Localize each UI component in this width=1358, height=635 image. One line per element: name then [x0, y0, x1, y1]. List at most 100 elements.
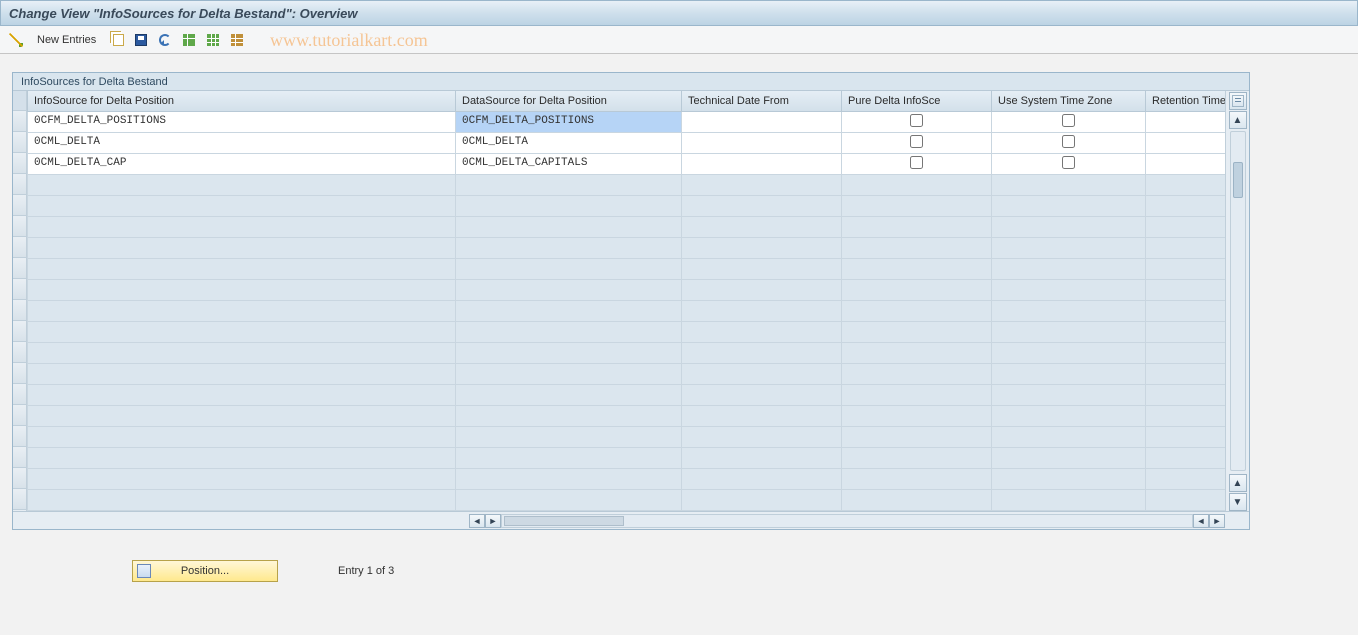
empty-cell[interactable]	[842, 279, 992, 300]
empty-cell[interactable]	[682, 342, 842, 363]
empty-cell[interactable]	[1146, 321, 1226, 342]
cell[interactable]	[992, 111, 1146, 132]
empty-cell[interactable]	[992, 363, 1146, 384]
cell[interactable]	[992, 132, 1146, 153]
row-selector[interactable]	[13, 153, 26, 174]
row-selector[interactable]	[13, 258, 26, 279]
row-selector[interactable]	[13, 405, 26, 426]
row-selector[interactable]	[13, 363, 26, 384]
empty-cell[interactable]	[682, 216, 842, 237]
empty-cell[interactable]	[682, 426, 842, 447]
empty-cell[interactable]	[1146, 237, 1226, 258]
empty-cell[interactable]	[28, 195, 456, 216]
empty-cell[interactable]	[682, 384, 842, 405]
empty-cell[interactable]	[842, 300, 992, 321]
row-selector[interactable]	[13, 321, 26, 342]
cell[interactable]: 0CML_DELTA_CAPITALS	[456, 153, 682, 174]
empty-cell[interactable]	[28, 384, 456, 405]
row-selector[interactable]	[13, 447, 26, 468]
scroll-top-button[interactable]: ▲	[1229, 111, 1247, 129]
empty-cell[interactable]	[842, 468, 992, 489]
empty-cell[interactable]	[456, 405, 682, 426]
row-selector[interactable]	[13, 195, 26, 216]
empty-cell[interactable]	[1146, 363, 1226, 384]
toggle-change-button[interactable]	[6, 30, 26, 50]
empty-cell[interactable]	[1146, 195, 1226, 216]
col-header-retention[interactable]: Retention Time	[1146, 91, 1226, 111]
cell[interactable]	[842, 153, 992, 174]
empty-cell[interactable]	[842, 342, 992, 363]
empty-cell[interactable]	[1146, 426, 1226, 447]
col-header-techdate[interactable]: Technical Date From	[682, 91, 842, 111]
row-selector[interactable]	[13, 426, 26, 447]
row-selector[interactable]	[13, 111, 26, 132]
vertical-scrollbar[interactable]	[1230, 131, 1246, 471]
vertical-scroll-thumb[interactable]	[1233, 162, 1243, 198]
row-selector[interactable]	[13, 132, 26, 153]
empty-cell[interactable]	[682, 468, 842, 489]
cell[interactable]	[842, 111, 992, 132]
empty-cell[interactable]	[842, 447, 992, 468]
scroll-down-button[interactable]: ▼	[1229, 493, 1247, 511]
empty-cell[interactable]	[28, 363, 456, 384]
system-timezone-checkbox[interactable]	[1062, 135, 1075, 148]
pure-delta-checkbox[interactable]	[910, 156, 923, 169]
horizontal-scroll-thumb[interactable]	[504, 516, 624, 526]
configure-columns-button[interactable]	[1229, 92, 1247, 110]
cell[interactable]: 0CML_DELTA	[456, 132, 682, 153]
empty-cell[interactable]	[456, 321, 682, 342]
row-selector[interactable]	[13, 279, 26, 300]
row-selector[interactable]	[13, 489, 26, 510]
empty-cell[interactable]	[28, 174, 456, 195]
empty-cell[interactable]	[992, 216, 1146, 237]
col-header-puredelta[interactable]: Pure Delta InfoSce	[842, 91, 992, 111]
row-selector[interactable]	[13, 237, 26, 258]
empty-cell[interactable]	[456, 237, 682, 258]
save-button[interactable]	[131, 30, 151, 50]
cell[interactable]	[682, 153, 842, 174]
empty-cell[interactable]	[456, 447, 682, 468]
empty-cell[interactable]	[682, 405, 842, 426]
empty-cell[interactable]	[842, 321, 992, 342]
cell[interactable]	[842, 132, 992, 153]
empty-cell[interactable]	[682, 195, 842, 216]
empty-cell[interactable]	[992, 237, 1146, 258]
empty-cell[interactable]	[842, 237, 992, 258]
empty-cell[interactable]	[1146, 405, 1226, 426]
empty-cell[interactable]	[28, 426, 456, 447]
empty-cell[interactable]	[28, 258, 456, 279]
empty-cell[interactable]	[992, 489, 1146, 510]
empty-cell[interactable]	[456, 468, 682, 489]
horizontal-scrollbar[interactable]	[501, 514, 1193, 528]
empty-cell[interactable]	[842, 216, 992, 237]
empty-cell[interactable]	[992, 468, 1146, 489]
col-header-datasource[interactable]: DataSource for Delta Position	[456, 91, 682, 111]
empty-cell[interactable]	[842, 405, 992, 426]
row-selector[interactable]	[13, 342, 26, 363]
empty-cell[interactable]	[842, 489, 992, 510]
empty-cell[interactable]	[992, 384, 1146, 405]
empty-cell[interactable]	[28, 468, 456, 489]
cell[interactable]	[992, 153, 1146, 174]
row-selector[interactable]	[13, 216, 26, 237]
empty-cell[interactable]	[28, 405, 456, 426]
cell[interactable]	[1146, 132, 1226, 153]
cell[interactable]	[682, 132, 842, 153]
empty-cell[interactable]	[28, 300, 456, 321]
system-timezone-checkbox[interactable]	[1062, 156, 1075, 169]
copy-button[interactable]	[107, 30, 127, 50]
empty-cell[interactable]	[682, 447, 842, 468]
cell[interactable]: 0CML_DELTA_CAP	[28, 153, 456, 174]
empty-cell[interactable]	[992, 447, 1146, 468]
empty-cell[interactable]	[992, 426, 1146, 447]
empty-cell[interactable]	[456, 279, 682, 300]
empty-cell[interactable]	[842, 258, 992, 279]
empty-cell[interactable]	[456, 426, 682, 447]
hscroll-left-button[interactable]: ◄	[469, 514, 485, 528]
empty-cell[interactable]	[992, 405, 1146, 426]
empty-cell[interactable]	[992, 174, 1146, 195]
empty-cell[interactable]	[1146, 279, 1226, 300]
row-selector[interactable]	[13, 384, 26, 405]
empty-cell[interactable]	[1146, 216, 1226, 237]
empty-cell[interactable]	[992, 258, 1146, 279]
